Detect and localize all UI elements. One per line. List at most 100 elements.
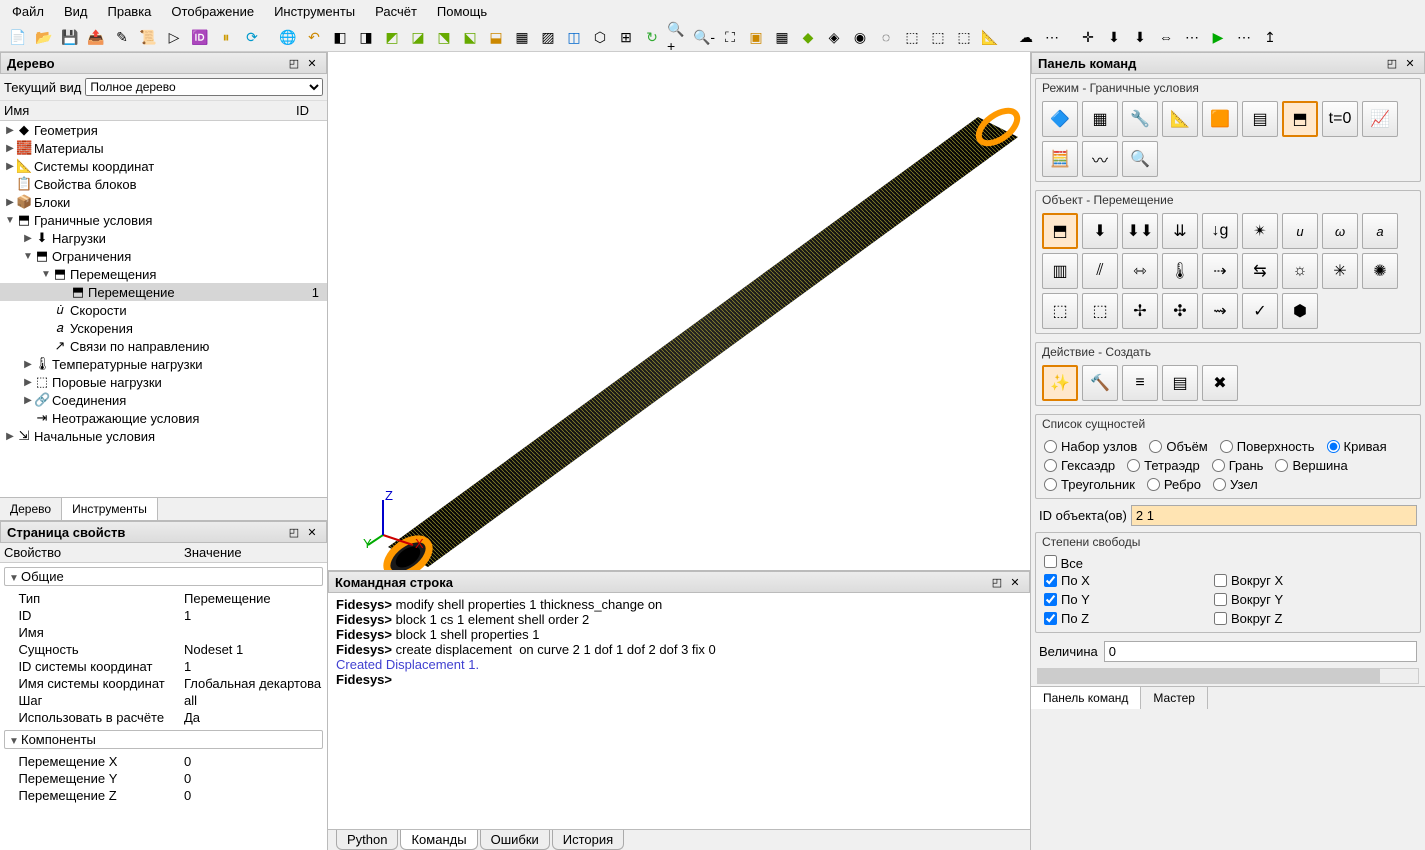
hscroll[interactable] — [1037, 668, 1419, 684]
obj-source-icon[interactable]: ✳ — [1322, 253, 1358, 289]
mode-bc-icon[interactable]: ⬒ — [1282, 101, 1318, 137]
clip-icon[interactable]: ⊞ — [614, 25, 638, 49]
close-icon[interactable]: ✕ — [304, 524, 320, 540]
tab-errors[interactable]: Ошибки — [480, 830, 550, 850]
axis-tool-icon[interactable]: ↥ — [1258, 25, 1282, 49]
obj-extra-icon[interactable]: ⬢ — [1282, 293, 1318, 329]
tree-item[interactable]: ▼⬒Ограничения — [0, 247, 327, 265]
action-create-icon[interactable]: ✨ — [1042, 365, 1078, 401]
tab-tree[interactable]: Дерево — [0, 498, 62, 520]
link-icon[interactable]: ⇔ — [1154, 25, 1178, 49]
radio-face[interactable]: Грань — [1212, 458, 1264, 473]
tab-commands[interactable]: Команды — [400, 830, 477, 850]
undock-icon[interactable]: ◰ — [286, 524, 302, 540]
tree-item[interactable]: 𝑎Ускорения — [0, 319, 327, 337]
view-top-icon[interactable]: ⬕ — [458, 25, 482, 49]
obj-pore2-icon[interactable]: ⬚ — [1082, 293, 1118, 329]
export-icon[interactable]: 📤 — [84, 25, 108, 49]
chk-z[interactable]: По Z — [1044, 611, 1154, 626]
tree-item[interactable]: ▶📐Системы координат — [0, 157, 327, 175]
tree-item[interactable]: 📋Свойства блоков — [0, 175, 327, 193]
tree-item[interactable]: ↗Связи по направлению — [0, 337, 327, 355]
menu-Помощь[interactable]: Помощь — [429, 2, 495, 21]
tree-item[interactable]: ▶⬚Поровые нагрузки — [0, 373, 327, 391]
tab-python[interactable]: Python — [336, 830, 398, 850]
play-icon[interactable]: ▶ — [1206, 25, 1230, 49]
select-edge-icon[interactable]: ⬚ — [952, 25, 976, 49]
obj-body-icon[interactable]: ✴ — [1242, 213, 1278, 249]
center-icon[interactable]: ✛ — [1076, 25, 1100, 49]
tab-tools[interactable]: Инструменты — [62, 498, 158, 520]
obj-rad-icon[interactable]: ☼ — [1282, 253, 1318, 289]
tree-item[interactable]: ▶⬇Нагрузки — [0, 229, 327, 247]
obj-link-icon[interactable]: ⇿ — [1122, 253, 1158, 289]
tree-item[interactable]: ▶📦Блоки — [0, 193, 327, 211]
tree-view-select[interactable]: Полное дерево — [85, 78, 323, 96]
tab-master[interactable]: Мастер — [1141, 687, 1208, 709]
mode-geometry-icon[interactable]: 🔷 — [1042, 101, 1078, 137]
radio-hex[interactable]: Гексаэдр — [1044, 458, 1115, 473]
rotate-icon[interactable]: 🌐 — [276, 25, 300, 49]
view-left-icon[interactable]: ◪ — [406, 25, 430, 49]
refresh-icon[interactable]: ⟳ — [240, 25, 264, 49]
obj-pressure-icon[interactable]: ⬇⬇ — [1122, 213, 1158, 249]
menu-Инструменты[interactable]: Инструменты — [266, 2, 363, 21]
radio-node[interactable]: Узел — [1213, 477, 1258, 492]
tab-history[interactable]: История — [552, 830, 624, 850]
run-icon[interactable]: ▷ — [162, 25, 186, 49]
chk-x[interactable]: По X — [1044, 573, 1154, 588]
chk-ry[interactable]: Вокруг Y — [1214, 592, 1324, 607]
mag-input[interactable] — [1104, 641, 1417, 662]
box-icon[interactable]: ◫ — [562, 25, 586, 49]
view-back-icon[interactable]: ◩ — [380, 25, 404, 49]
undock-icon[interactable]: ◰ — [1384, 55, 1400, 71]
script-icon[interactable]: 📜 — [136, 25, 160, 49]
radio-nodeset[interactable]: Набор узлов — [1044, 439, 1137, 454]
tree-body[interactable]: ▶◆Геометрия▶🧱Материалы▶📐Системы координа… — [0, 121, 327, 497]
axes-icon[interactable]: 📐 — [978, 25, 1002, 49]
tree-item[interactable]: ▼⬒Граничные условия — [0, 211, 327, 229]
pause-icon[interactable]: ⏸ — [214, 25, 238, 49]
action-delete-icon[interactable]: ✖ — [1202, 365, 1238, 401]
action-edit-icon[interactable]: 🔨 — [1082, 365, 1118, 401]
save-icon[interactable]: 💾 — [58, 25, 82, 49]
radio-curve[interactable]: Кривая — [1327, 439, 1387, 454]
sync-icon[interactable]: ↻ — [640, 25, 664, 49]
menu-Вид[interactable]: Вид — [56, 2, 96, 21]
menu-Файл[interactable]: Файл — [4, 2, 52, 21]
tool-a-icon[interactable]: ◈ — [822, 25, 846, 49]
command-output[interactable]: Fidesys> modify shell properties 1 thick… — [328, 593, 1030, 829]
tool-b-icon[interactable]: ◉ — [848, 25, 872, 49]
shaded-icon[interactable]: ▨ — [536, 25, 560, 49]
obj-temp-icon[interactable]: 🌡 — [1162, 253, 1198, 289]
view-front-icon[interactable]: ◨ — [354, 25, 378, 49]
tree-item[interactable]: ▼⬒Перемещения — [0, 265, 327, 283]
tree-item[interactable]: ▶⇲Начальные условия — [0, 427, 327, 445]
mesh-on-icon[interactable]: ▦ — [770, 25, 794, 49]
mode-mesh-icon[interactable]: ▦ — [1082, 101, 1118, 137]
mode-material-icon[interactable]: 🔧 — [1122, 101, 1158, 137]
mode-cs-icon[interactable]: 📐 — [1162, 101, 1198, 137]
tree-item[interactable]: ▶🧱Материалы — [0, 139, 327, 157]
chk-rz[interactable]: Вокруг Z — [1214, 611, 1324, 626]
mode-plot-icon[interactable]: 📈 — [1362, 101, 1398, 137]
radio-tri[interactable]: Треугольник — [1044, 477, 1135, 492]
menu-Расчёт[interactable]: Расчёт — [367, 2, 425, 21]
more-icon[interactable]: ⋯ — [1040, 25, 1064, 49]
more2-icon[interactable]: ⋯ — [1180, 25, 1204, 49]
anchor2-icon[interactable]: ⬇ — [1128, 25, 1152, 49]
iso-icon[interactable]: ◧ — [328, 25, 352, 49]
viewport-3d[interactable]: X Y Z — [328, 52, 1030, 570]
wire-icon[interactable]: ▦ — [510, 25, 534, 49]
chk-rx[interactable]: Вокруг X — [1214, 573, 1324, 588]
tree-item[interactable]: ▶🔗Соединения — [0, 391, 327, 409]
close-icon[interactable]: ✕ — [1402, 55, 1418, 71]
obj-gravity-icon[interactable]: ↓g — [1202, 213, 1238, 249]
material-icon[interactable]: ▣ — [744, 25, 768, 49]
select-box-icon[interactable]: ⬚ — [900, 25, 924, 49]
obj-heat-icon[interactable]: ✺ — [1362, 253, 1398, 289]
view-right-icon[interactable]: ⬔ — [432, 25, 456, 49]
radio-edge[interactable]: Ребро — [1147, 477, 1201, 492]
radio-tet[interactable]: Тетраэдр — [1127, 458, 1200, 473]
obj-omega-icon[interactable]: ω — [1322, 213, 1358, 249]
